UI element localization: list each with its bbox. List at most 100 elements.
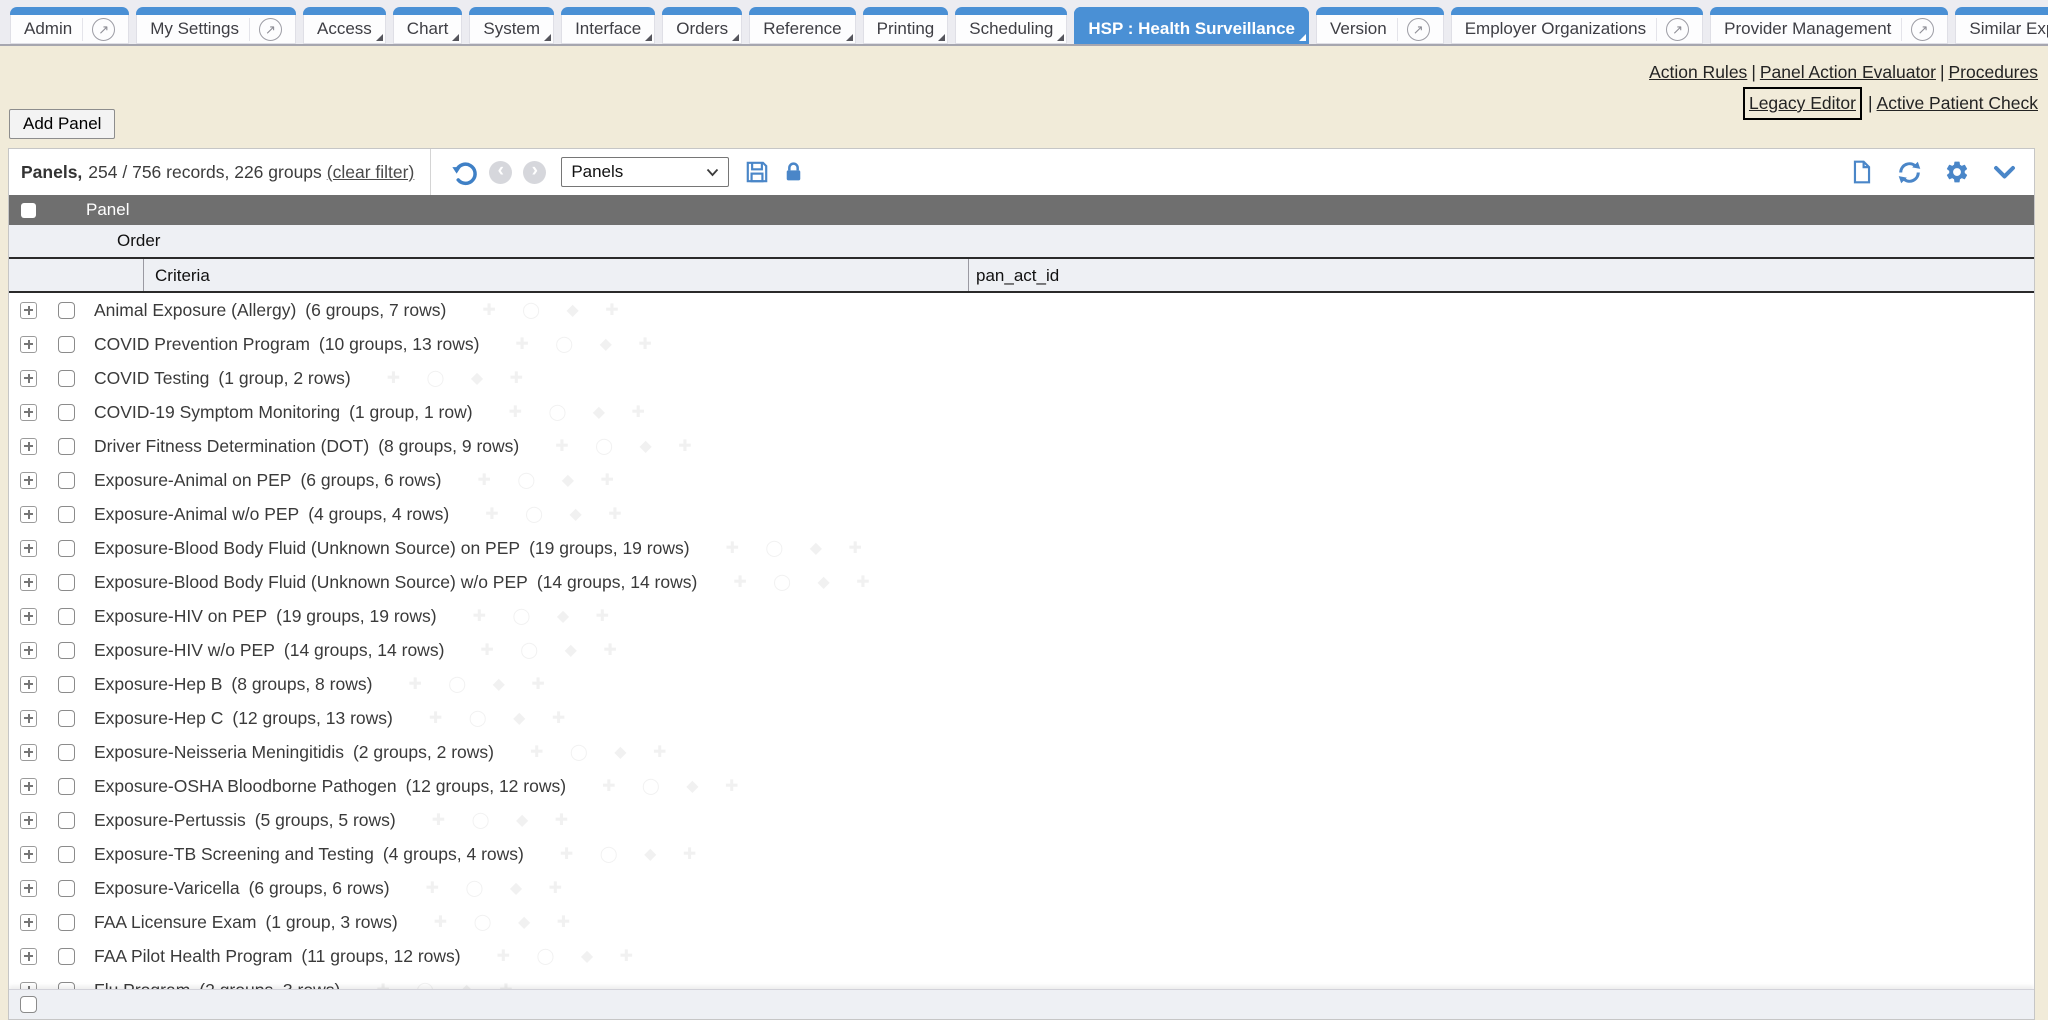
tab-access[interactable]: Access: [303, 7, 386, 44]
expand-row-icon[interactable]: [20, 710, 37, 727]
view-select[interactable]: Panels: [561, 157, 729, 187]
table-row[interactable]: COVID-19 Symptom Monitoring(1 group, 1 r…: [9, 395, 2034, 429]
expand-row-icon[interactable]: [20, 302, 37, 319]
lock-icon[interactable]: [781, 160, 806, 185]
expand-row-icon[interactable]: [20, 438, 37, 455]
tab-my-settings[interactable]: My Settings↗: [136, 7, 296, 44]
table-row[interactable]: Exposure-Hep C(12 groups, 13 rows): [9, 701, 2034, 735]
row-checkbox[interactable]: [58, 404, 75, 421]
link-legacy-editor[interactable]: Legacy Editor: [1749, 93, 1856, 113]
link-active-patient-check[interactable]: Active Patient Check: [1877, 93, 2038, 113]
row-checkbox[interactable]: [58, 608, 75, 625]
table-row[interactable]: COVID Prevention Program(10 groups, 13 r…: [9, 327, 2034, 361]
refresh-icon[interactable]: [1896, 159, 1923, 186]
row-checkbox[interactable]: [58, 778, 75, 795]
tab-reference[interactable]: Reference: [749, 7, 855, 44]
expand-row-icon[interactable]: [20, 370, 37, 387]
expand-row-icon[interactable]: [20, 506, 37, 523]
row-checkbox[interactable]: [58, 846, 75, 863]
table-row[interactable]: Exposure-Animal on PEP(6 groups, 6 rows): [9, 463, 2034, 497]
table-row[interactable]: Exposure-Varicella(6 groups, 6 rows): [9, 871, 2034, 905]
tab-chart[interactable]: Chart: [393, 7, 463, 44]
table-row[interactable]: Exposure-HIV w/o PEP(14 groups, 14 rows): [9, 633, 2034, 667]
link-procedures[interactable]: Procedures: [1949, 62, 2039, 82]
new-document-icon[interactable]: [1849, 159, 1875, 185]
row-checkbox[interactable]: [58, 438, 75, 455]
row-checkbox[interactable]: [58, 574, 75, 591]
table-row[interactable]: Exposure-Blood Body Fluid (Unknown Sourc…: [9, 565, 2034, 599]
select-all-checkbox[interactable]: [21, 203, 36, 218]
row-checkbox[interactable]: [58, 506, 75, 523]
row-checkbox[interactable]: [58, 948, 75, 965]
external-link-icon[interactable]: ↗: [1397, 18, 1430, 41]
expand-row-icon[interactable]: [20, 540, 37, 557]
expand-row-icon[interactable]: [20, 812, 37, 829]
table-row[interactable]: COVID Testing(1 group, 2 rows): [9, 361, 2034, 395]
link-panel-action-evaluator[interactable]: Panel Action Evaluator: [1760, 62, 1936, 82]
footer-checkbox[interactable]: [20, 996, 37, 1013]
expand-row-icon[interactable]: [20, 336, 37, 353]
table-row[interactable]: Exposure-TB Screening and Testing(4 grou…: [9, 837, 2034, 871]
row-checkbox[interactable]: [58, 914, 75, 931]
expand-row-icon[interactable]: [20, 914, 37, 931]
expand-row-icon[interactable]: [20, 676, 37, 693]
table-row[interactable]: FAA Pilot Health Program(11 groups, 12 r…: [9, 939, 2034, 973]
table-row[interactable]: Driver Fitness Determination (DOT)(8 gro…: [9, 429, 2034, 463]
table-row[interactable]: Exposure-Pertussis(5 groups, 5 rows): [9, 803, 2034, 837]
expand-row-icon[interactable]: [20, 608, 37, 625]
clear-filter-link[interactable]: (clear filter): [327, 162, 415, 183]
previous-icon[interactable]: ‹: [489, 161, 512, 184]
tab-provider-management[interactable]: Provider Management↗: [1710, 7, 1948, 44]
row-checkbox[interactable]: [58, 472, 75, 489]
next-icon[interactable]: ›: [523, 161, 546, 184]
expand-row-icon[interactable]: [20, 574, 37, 591]
table-row[interactable]: Exposure-HIV on PEP(19 groups, 19 rows): [9, 599, 2034, 633]
row-checkbox[interactable]: [58, 710, 75, 727]
table-row[interactable]: Exposure-Hep B(8 groups, 8 rows): [9, 667, 2034, 701]
table-row[interactable]: Exposure-Animal w/o PEP(4 groups, 4 rows…: [9, 497, 2034, 531]
tab-orders[interactable]: Orders: [662, 7, 742, 44]
expand-row-icon[interactable]: [20, 472, 37, 489]
expand-row-icon[interactable]: [20, 778, 37, 795]
tab-interface[interactable]: Interface: [561, 7, 655, 44]
external-link-icon[interactable]: ↗: [82, 18, 115, 41]
tab-scheduling[interactable]: Scheduling: [955, 7, 1067, 44]
expand-row-icon[interactable]: [20, 404, 37, 421]
chevron-down-icon[interactable]: [1991, 159, 2018, 186]
tab-version[interactable]: Version↗: [1316, 7, 1444, 44]
table-row[interactable]: Animal Exposure (Allergy)(6 groups, 7 ro…: [9, 293, 2034, 327]
expand-row-icon[interactable]: [20, 846, 37, 863]
row-checkbox[interactable]: [58, 540, 75, 557]
row-checkbox[interactable]: [58, 370, 75, 387]
link-action-rules[interactable]: Action Rules: [1649, 62, 1747, 82]
table-row[interactable]: Exposure-Blood Body Fluid (Unknown Sourc…: [9, 531, 2034, 565]
row-checkbox[interactable]: [58, 880, 75, 897]
expand-row-icon[interactable]: [20, 948, 37, 965]
row-checkbox[interactable]: [58, 302, 75, 319]
row-checkbox[interactable]: [58, 676, 75, 693]
tab-printing[interactable]: Printing: [863, 7, 949, 44]
tab-admin[interactable]: Admin↗: [10, 7, 129, 44]
focus-outline: Legacy Editor: [1743, 87, 1862, 120]
tab-employer-organizations[interactable]: Employer Organizations↗: [1451, 7, 1703, 44]
external-link-icon[interactable]: ↗: [1901, 18, 1934, 41]
undo-icon[interactable]: [451, 159, 478, 186]
row-checkbox[interactable]: [58, 336, 75, 353]
table-row[interactable]: Exposure-Neisseria Meningitidis(2 groups…: [9, 735, 2034, 769]
gear-icon[interactable]: [1944, 159, 1970, 185]
external-link-icon[interactable]: ↗: [1656, 18, 1689, 41]
row-checkbox[interactable]: [58, 642, 75, 659]
save-icon[interactable]: [744, 159, 770, 185]
row-checkbox[interactable]: [58, 812, 75, 829]
table-row[interactable]: Exposure-OSHA Bloodborne Pathogen(12 gro…: [9, 769, 2034, 803]
expand-row-icon[interactable]: [20, 880, 37, 897]
add-panel-button[interactable]: Add Panel: [9, 109, 115, 139]
expand-row-icon[interactable]: [20, 744, 37, 761]
external-link-icon[interactable]: ↗: [249, 18, 282, 41]
table-row[interactable]: FAA Licensure Exam(1 group, 3 rows): [9, 905, 2034, 939]
tab-hsp-health-surveillance[interactable]: HSP : Health Surveillance: [1074, 7, 1309, 44]
tab-system[interactable]: System: [469, 7, 554, 44]
expand-row-icon[interactable]: [20, 642, 37, 659]
row-checkbox[interactable]: [58, 744, 75, 761]
tab-similar-exposure-groups-segs[interactable]: Similar Exposure Groups (SEGs)↗: [1955, 7, 2048, 44]
